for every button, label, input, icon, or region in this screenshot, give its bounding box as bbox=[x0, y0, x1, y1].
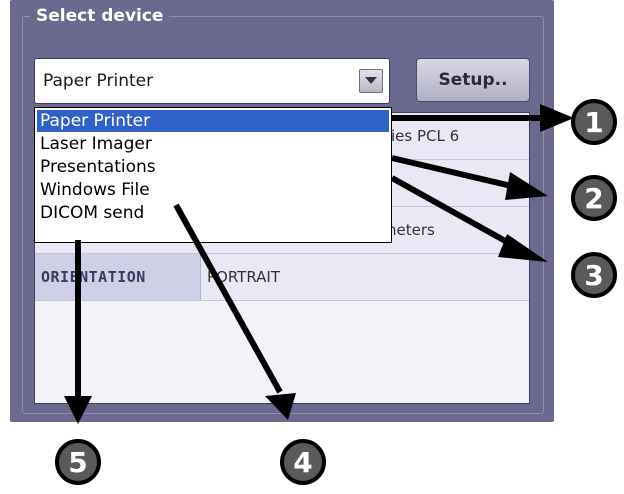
callout-label-3: 3 bbox=[584, 259, 603, 292]
callout-arrow-3 bbox=[390, 175, 520, 251]
callout-arrowhead-5 bbox=[64, 396, 92, 424]
callout-badge-2: 2 bbox=[571, 175, 617, 221]
callout-label-5: 5 bbox=[68, 446, 87, 479]
callout-label-4: 4 bbox=[293, 446, 312, 479]
callout-arrowhead-2 bbox=[505, 172, 548, 200]
callout-arrow-2 bbox=[391, 155, 521, 191]
callout-arrowhead-4 bbox=[265, 393, 296, 420]
callout-overlay: 1 2 3 4 5 bbox=[55, 99, 617, 485]
callout-badge-5: 5 bbox=[55, 439, 101, 485]
callout-badge-3: 3 bbox=[571, 252, 617, 298]
callout-label-1: 1 bbox=[584, 106, 603, 139]
callout-arrowhead-1 bbox=[540, 104, 574, 132]
callout-label-2: 2 bbox=[584, 182, 603, 215]
callout-arrow-4 bbox=[173, 203, 283, 394]
callout-arrowhead-3 bbox=[498, 234, 548, 262]
callout-badge-4: 4 bbox=[280, 439, 326, 485]
callout-badge-1: 1 bbox=[571, 99, 617, 145]
